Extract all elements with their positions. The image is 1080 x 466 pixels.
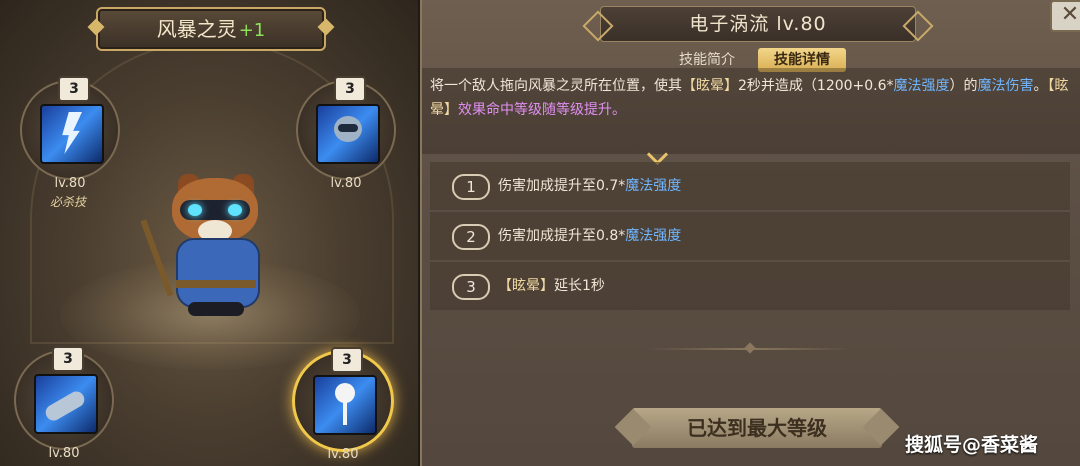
max-level-label: 已达到最大等级 <box>687 416 827 440</box>
skill-count-badge: 3 <box>331 347 363 373</box>
upgrade-text: 伤害加成提升至0.8*魔法强度 <box>498 228 682 244</box>
max-level-banner: 已达到最大等级 <box>614 408 900 448</box>
skill-level: lv.80 <box>330 176 362 191</box>
skill-slot-4[interactable]: 3 lv.80 <box>292 347 394 462</box>
skill-detail-panel: 电子涡流 lv.80 ✕ 技能简介 技能详情 将一个敌人拖向风暴之灵所在位置，使… <box>420 0 1080 466</box>
upgrade-number: 2 <box>452 224 490 250</box>
upgrade-row: 2 伤害加成提升至0.8*魔法强度 <box>430 212 1070 260</box>
ultimate-label: 必杀技 <box>49 195 86 209</box>
hero-name: 风暴之灵 <box>156 17 237 41</box>
skill-count-badge: 3 <box>334 76 366 102</box>
raccoon-hand-icon <box>316 104 380 164</box>
lightning-icon <box>40 104 104 164</box>
ornament-icon <box>317 18 335 36</box>
skill-count-badge: 3 <box>58 76 90 102</box>
skill-title-banner: 电子涡流 lv.80 <box>582 6 934 42</box>
skill-level: lv.80 <box>327 447 359 462</box>
skill-count-badge: 3 <box>52 346 84 372</box>
skill-level: lv.80 <box>48 446 80 461</box>
hero-skill-panel: 风暴之灵 +1 3 lv.80 必杀技 3 lv.80 3 lv.80 3 lv.… <box>0 0 418 466</box>
divider <box>650 348 850 350</box>
close-icon[interactable]: ✕ <box>1050 0 1080 32</box>
skill-level: lv.80 <box>54 176 86 191</box>
upgrade-number: 1 <box>452 174 490 200</box>
ornament-icon <box>87 18 105 36</box>
hero-star-level: +1 <box>238 20 266 41</box>
hero-character <box>140 168 290 318</box>
hero-name-plate: 风暴之灵 +1 <box>87 7 335 51</box>
upgrade-row: 3 【眩晕】延长1秒 <box>430 262 1070 310</box>
upgrade-text: 【眩晕】延长1秒 <box>498 278 605 294</box>
skeleton-shock-icon <box>313 375 377 435</box>
skill-slot-2[interactable]: 3 lv.80 <box>296 76 396 191</box>
watermark: 搜狐号@香菜酱 <box>905 434 1039 456</box>
blue-slash-icon <box>34 374 98 434</box>
skill-title: 电子涡流 lv.80 <box>689 13 827 35</box>
game-screen: 风暴之灵 +1 3 lv.80 必杀技 3 lv.80 3 lv.80 3 lv.… <box>0 0 1080 466</box>
skill-slot-1[interactable]: 3 lv.80 <box>20 76 120 191</box>
skill-slot-3[interactable]: 3 lv.80 <box>14 346 114 461</box>
skill-description: 将一个敌人拖向风暴之灵所在位置，使其【眩晕】2秒并造成（1200+0.6*魔法强… <box>430 78 1069 118</box>
upgrade-number: 3 <box>452 274 490 300</box>
upgrade-row: 1 伤害加成提升至0.7*魔法强度 <box>430 162 1070 210</box>
upgrade-text: 伤害加成提升至0.7*魔法强度 <box>498 178 682 194</box>
